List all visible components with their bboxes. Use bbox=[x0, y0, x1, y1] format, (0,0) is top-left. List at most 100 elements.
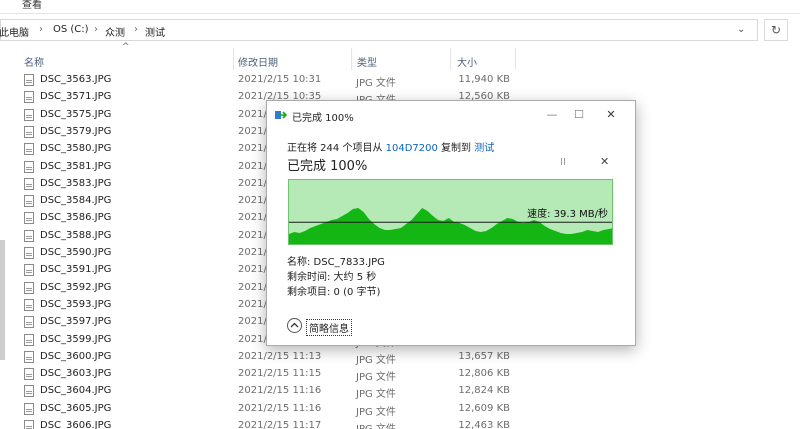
ribbon-tab-view[interactable]: 查看 bbox=[22, 0, 42, 11]
speed-label: 速度: 39.3 MB/秒 bbox=[527, 209, 608, 220]
minimize-button[interactable]: — bbox=[542, 106, 562, 124]
image-file-icon bbox=[24, 316, 34, 329]
chevron-up-icon[interactable] bbox=[287, 318, 302, 333]
file-name: DSC_3590.JPG bbox=[40, 247, 112, 258]
source-link[interactable]: 104D7200 bbox=[386, 143, 438, 154]
image-file-icon bbox=[24, 160, 34, 173]
status-prefix: 正在将 244 个项目从 bbox=[287, 143, 386, 154]
column-divider[interactable] bbox=[450, 48, 451, 70]
file-name: DSC_3579.JPG bbox=[40, 125, 112, 137]
image-file-icon bbox=[24, 264, 34, 277]
image-file-icon bbox=[24, 143, 34, 156]
file-name: DSC_3593.JPG bbox=[40, 298, 112, 310]
column-header-size[interactable]: 大小 bbox=[457, 54, 477, 69]
file-name: DSC_3583.JPG bbox=[40, 177, 112, 189]
column-header-date[interactable]: 修改日期 bbox=[238, 54, 278, 69]
copy-transfer-icon bbox=[275, 111, 287, 119]
file-type: JPG 文件 bbox=[356, 372, 396, 384]
file-row[interactable]: DSC_3603.JPG 2021/2/15 11:15 JPG 文件 12,806 … bbox=[0, 366, 800, 383]
image-file-icon bbox=[24, 195, 34, 208]
breadcrumb-folder-ceshi[interactable]: 测试 bbox=[145, 24, 165, 39]
breadcrumb-drive[interactable]: OS (C:) bbox=[53, 24, 89, 35]
file-name: DSC_3588.JPG bbox=[40, 229, 112, 241]
file-name: DSC_3603.JPG bbox=[40, 368, 112, 380]
file-size: 12,824 KB bbox=[458, 385, 510, 397]
image-file-icon bbox=[24, 108, 34, 121]
file-date: 2021/2/15 11:17 bbox=[238, 420, 322, 429]
file-row[interactable]: DSC_3600.JPG 2021/2/15 11:13 JPG 文件 13,657 … bbox=[0, 349, 800, 366]
image-file-icon bbox=[24, 333, 34, 346]
less-details-label[interactable]: 简略信息 bbox=[306, 319, 352, 336]
file-name: DSC_3599.JPG bbox=[40, 333, 112, 345]
file-name: DSC_3584.JPG bbox=[40, 195, 112, 207]
file-name: DSC_3604.JPG bbox=[40, 385, 112, 397]
speed-graph: 速度: 39.3 MB/秒 bbox=[288, 179, 613, 245]
file-size: 13,657 KB bbox=[458, 350, 510, 362]
maximize-button[interactable]: ☐ bbox=[569, 106, 589, 124]
image-file-icon bbox=[24, 247, 34, 259]
image-file-icon bbox=[24, 177, 34, 190]
breadcrumb-separator-icon[interactable]: › bbox=[94, 24, 98, 35]
copy-status-line: 正在将 244 个项目从 104D7200 复制到 测试 bbox=[287, 139, 494, 154]
file-row[interactable]: DSC_3563.JPG 2021/2/15 10:31 JPG 文件 11,940 … bbox=[0, 72, 800, 89]
address-row: 此电脑 › OS (C:) › 众测 › 测试 ⌄ ↻ bbox=[0, 16, 800, 44]
dialog-title-bar[interactable]: 已完成 100% — ☐ ✕ bbox=[267, 101, 635, 129]
breadcrumb-folder-zhongce[interactable]: 众测 bbox=[105, 24, 125, 39]
current-file-name: 名称: DSC_7833.JPG bbox=[287, 257, 385, 268]
ribbon: 查看 bbox=[0, 0, 800, 14]
dialog-title: 已完成 100% bbox=[292, 113, 354, 124]
refresh-button[interactable]: ↻ bbox=[764, 19, 788, 41]
image-file-icon bbox=[24, 229, 34, 242]
items-remaining: 剩余项目: 0 (0 字节) bbox=[287, 287, 381, 298]
file-name: DSC_3592.JPG bbox=[40, 281, 112, 293]
file-name: DSC_3571.JPG bbox=[40, 91, 112, 103]
column-header-row: 名称 修改日期 类型 大小 bbox=[0, 48, 800, 70]
column-divider[interactable] bbox=[351, 48, 352, 70]
column-divider[interactable] bbox=[515, 48, 516, 70]
file-size: 12,806 KB bbox=[458, 368, 510, 380]
image-file-icon bbox=[24, 420, 34, 429]
file-name: DSC_3606.JPG bbox=[40, 420, 112, 429]
file-row[interactable]: DSC_3606.JPG 2021/2/15 11:17 JPG 文件 12,463 … bbox=[0, 418, 800, 429]
file-date: 2021/2/15 11:15 bbox=[238, 368, 322, 380]
breadcrumb-separator-icon[interactable]: › bbox=[134, 24, 138, 35]
file-date: 2021/2/15 11:16 bbox=[238, 385, 322, 397]
image-file-icon bbox=[24, 368, 34, 381]
address-dropdown-icon[interactable]: ⌄ bbox=[737, 24, 745, 35]
file-date: 2021/2/15 11:16 bbox=[238, 402, 322, 414]
address-bar[interactable]: 此电脑 › OS (C:) › 众测 › 测试 ⌄ bbox=[0, 19, 758, 41]
file-type: JPG 文件 bbox=[356, 406, 396, 418]
file-date: 2021/2/15 11:13 bbox=[238, 350, 322, 362]
file-name: DSC_3597.JPG bbox=[40, 316, 112, 328]
file-name: DSC_3591.JPG bbox=[40, 264, 112, 276]
file-date: 2021/2/15 10:31 bbox=[238, 74, 322, 85]
file-name: DSC_3563.JPG bbox=[40, 74, 112, 85]
file-name: DSC_3600.JPG bbox=[40, 350, 112, 362]
column-header-type[interactable]: 类型 bbox=[357, 54, 377, 69]
breadcrumb-this-pc[interactable]: 此电脑 bbox=[0, 24, 29, 39]
file-row[interactable]: DSC_3604.JPG 2021/2/15 11:16 JPG 文件 12,824 … bbox=[0, 383, 800, 400]
destination-link[interactable]: 测试 bbox=[474, 143, 494, 154]
column-divider[interactable] bbox=[233, 48, 234, 70]
image-file-icon bbox=[24, 298, 34, 311]
image-file-icon bbox=[24, 281, 34, 294]
close-button[interactable]: ✕ bbox=[601, 106, 621, 124]
progress-heading: 已完成 100% bbox=[287, 159, 368, 174]
breadcrumb-separator-icon[interactable]: › bbox=[39, 24, 43, 35]
stop-button[interactable]: ✕ bbox=[600, 155, 609, 168]
file-size: 11,940 KB bbox=[458, 74, 510, 85]
image-file-icon bbox=[24, 74, 34, 86]
file-type: JPG 文件 bbox=[356, 420, 396, 429]
status-middle: 复制到 bbox=[437, 143, 475, 154]
file-size: 12,609 KB bbox=[458, 402, 510, 414]
file-name: DSC_3586.JPG bbox=[40, 212, 112, 224]
file-size: 12,463 KB bbox=[458, 420, 510, 429]
file-type: JPG 文件 bbox=[356, 389, 396, 401]
column-header-name[interactable]: 名称 bbox=[24, 54, 44, 69]
file-name: DSC_3580.JPG bbox=[40, 143, 112, 155]
file-row[interactable]: DSC_3605.JPG 2021/2/15 11:16 JPG 文件 12,609 … bbox=[0, 401, 800, 418]
pause-button[interactable]: II bbox=[560, 157, 566, 168]
file-name: DSC_3575.JPG bbox=[40, 108, 112, 120]
file-type: JPG 文件 bbox=[356, 354, 396, 366]
image-file-icon bbox=[24, 402, 34, 415]
